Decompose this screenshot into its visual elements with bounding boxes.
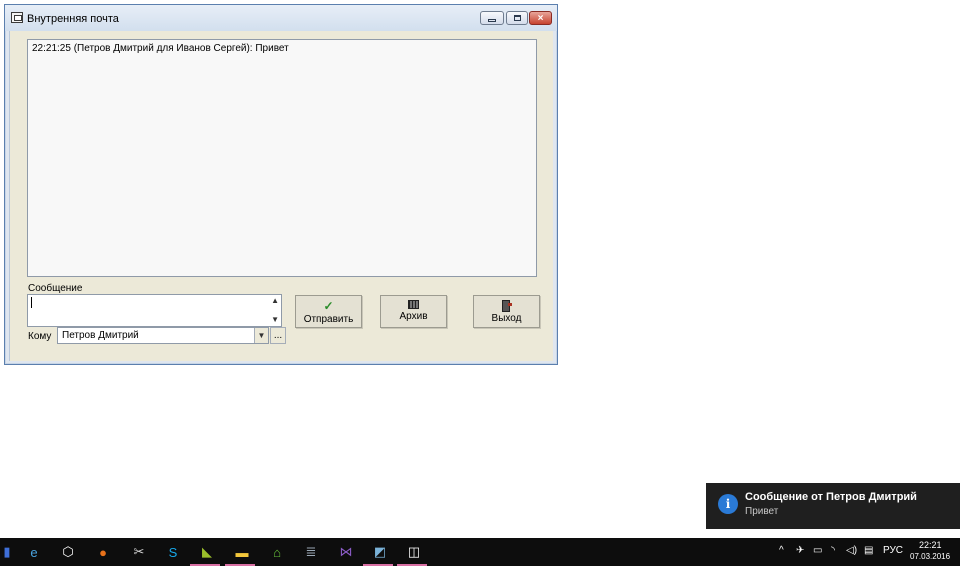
- text-caret: [31, 297, 32, 308]
- internet-explorer-icon[interactable]: e: [25, 543, 43, 561]
- window-title: Внутренняя почта: [27, 13, 119, 25]
- mail-window: Внутренняя почта × 22:21:25 (Петров Дмит…: [4, 4, 558, 365]
- checkmark-icon: ✓: [323, 299, 334, 313]
- scroll-up-arrow-icon[interactable]: ▲: [271, 297, 279, 305]
- tools-icon[interactable]: ✂: [130, 543, 148, 561]
- firefox-icon[interactable]: ●: [94, 543, 112, 561]
- database-app-icon[interactable]: ≣: [302, 543, 320, 561]
- archive-button[interactable]: Архив: [380, 295, 447, 328]
- message-label: Сообщение: [28, 283, 83, 294]
- virtualbox-icon[interactable]: ⬡: [59, 543, 77, 561]
- recipient-select[interactable]: Петров Дмитрий ▼: [57, 327, 269, 344]
- scroll-down-arrow-icon[interactable]: ▼: [271, 316, 279, 324]
- exit-button-label: Выход: [491, 313, 522, 324]
- maximize-icon: [513, 15, 521, 21]
- close-icon: ×: [537, 12, 544, 24]
- send-button[interactable]: ✓ Отправить: [295, 295, 362, 328]
- message-input[interactable]: ▲ ▼: [27, 294, 282, 327]
- app-icon: [11, 12, 23, 23]
- archive-icon: [408, 300, 419, 309]
- media-app-icon[interactable]: ◣: [198, 543, 216, 561]
- toast-body: Привет: [745, 506, 779, 517]
- home-app-icon[interactable]: ⌂: [268, 543, 286, 561]
- info-icon: i: [718, 494, 738, 514]
- notification-center-icon[interactable]: ▤: [864, 545, 873, 556]
- minimize-icon: [488, 18, 496, 22]
- skype-icon[interactable]: S: [164, 543, 182, 561]
- mail-app-icon[interactable]: ◫: [405, 543, 423, 561]
- visual-studio-icon[interactable]: ⋈: [337, 543, 355, 561]
- recipient-label: Кому: [28, 331, 52, 342]
- network-tray-icon[interactable]: ✈: [796, 545, 804, 556]
- desktop: Внутренняя почта × 22:21:25 (Петров Дмит…: [0, 0, 960, 566]
- file-explorer-icon[interactable]: ▬: [233, 543, 251, 561]
- minimize-button[interactable]: [480, 11, 504, 25]
- message-log[interactable]: 22:21:25 (Петров Дмитрий для Иванов Серг…: [27, 39, 537, 277]
- clock-date[interactable]: 07.03.2016: [910, 552, 950, 561]
- archive-button-label: Архив: [399, 311, 428, 322]
- exit-door-icon: [501, 300, 512, 312]
- browse-recipient-button[interactable]: ...: [270, 327, 286, 344]
- battery-icon[interactable]: ▭: [813, 545, 822, 556]
- send-button-label: Отправить: [303, 314, 354, 325]
- log-line: 22:21:25 (Петров Дмитрий для Иванов Серг…: [32, 43, 289, 54]
- chevron-down-icon[interactable]: ▼: [254, 328, 268, 343]
- language-indicator[interactable]: РУС: [883, 545, 903, 556]
- wifi-icon[interactable]: ◝: [831, 545, 835, 556]
- save-app-icon[interactable]: ▮: [0, 543, 16, 561]
- exit-button[interactable]: Выход: [473, 295, 540, 328]
- clock-time[interactable]: 22:21: [919, 540, 942, 550]
- notification-toast[interactable]: i Сообщение от Петров Дмитрий Привет: [706, 483, 960, 529]
- title-bar[interactable]: Внутренняя почта ×: [5, 5, 557, 31]
- toast-title: Сообщение от Петров Дмитрий: [745, 491, 917, 503]
- maximize-button[interactable]: [506, 11, 528, 25]
- close-button[interactable]: ×: [529, 11, 552, 25]
- recipient-selected-value: Петров Дмитрий: [62, 330, 139, 341]
- volume-icon[interactable]: ◁): [846, 545, 857, 556]
- show-hidden-icons-icon[interactable]: ^: [779, 545, 784, 556]
- taskbar: ▮ e ⬡ ● ✂ S ◣ ▬ ⌂ ≣ ⋈ ◩ ◫ ^ ✈ ▭ ◝ ◁) ▤ РУС 22:21 07.…: [0, 538, 960, 566]
- notes-app-icon[interactable]: ◩: [371, 543, 389, 561]
